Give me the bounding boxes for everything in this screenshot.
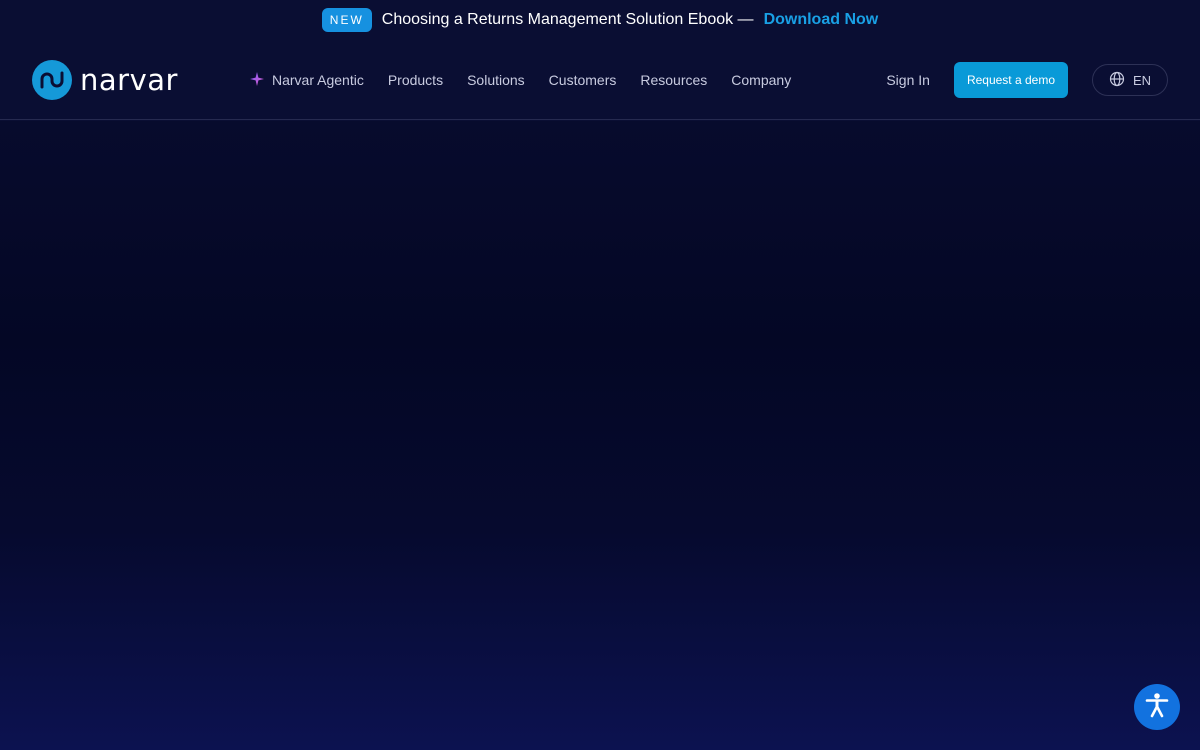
nav-label: Customers xyxy=(548,72,617,88)
nav-item-products[interactable]: Products xyxy=(388,72,443,88)
language-label: EN xyxy=(1132,72,1152,88)
nav-label: Narvar Agentic xyxy=(272,72,364,88)
nav-item-company[interactable]: Company xyxy=(731,72,791,88)
download-now-link[interactable]: Download Now xyxy=(764,11,879,29)
sparkle-icon xyxy=(250,71,264,89)
nav-label: Products xyxy=(387,72,444,88)
accessibility-button[interactable] xyxy=(1134,684,1180,730)
nav-label: Resources xyxy=(640,72,708,88)
accessibility-icon xyxy=(1143,691,1171,724)
request-demo-button[interactable]: Request a demo xyxy=(953,62,1068,98)
main-nav: Narvar Agentic Products Solutions Custom… xyxy=(250,40,791,120)
nav-item-solutions[interactable]: Solutions xyxy=(467,72,525,88)
logo-mark-icon xyxy=(32,60,72,100)
nav-label: Company xyxy=(731,72,792,88)
announcement-bar: NEW Choosing a Returns Management Soluti… xyxy=(0,0,1200,40)
hero-section xyxy=(0,121,1200,750)
narvar-logo[interactable]: narvar xyxy=(32,60,178,100)
new-badge: NEW xyxy=(321,8,372,32)
site-header: narvar Narvar Agentic Products Solutions… xyxy=(0,40,1200,120)
sign-in-link[interactable]: Sign In xyxy=(886,72,930,88)
header-actions: Sign In Request a demo EN xyxy=(886,40,1168,120)
announcement-content: NEW Choosing a Returns Management Soluti… xyxy=(321,8,879,32)
logo-wordmark: narvar xyxy=(80,63,178,97)
language-selector[interactable]: EN xyxy=(1092,64,1168,96)
nav-item-resources[interactable]: Resources xyxy=(640,72,707,88)
globe-icon xyxy=(1109,71,1125,90)
nav-item-narvar-agentic[interactable]: Narvar Agentic xyxy=(250,71,364,89)
nav-label: Solutions xyxy=(467,72,525,88)
nav-item-customers[interactable]: Customers xyxy=(549,72,617,88)
announcement-text: Choosing a Returns Management Solution E… xyxy=(381,11,754,28)
